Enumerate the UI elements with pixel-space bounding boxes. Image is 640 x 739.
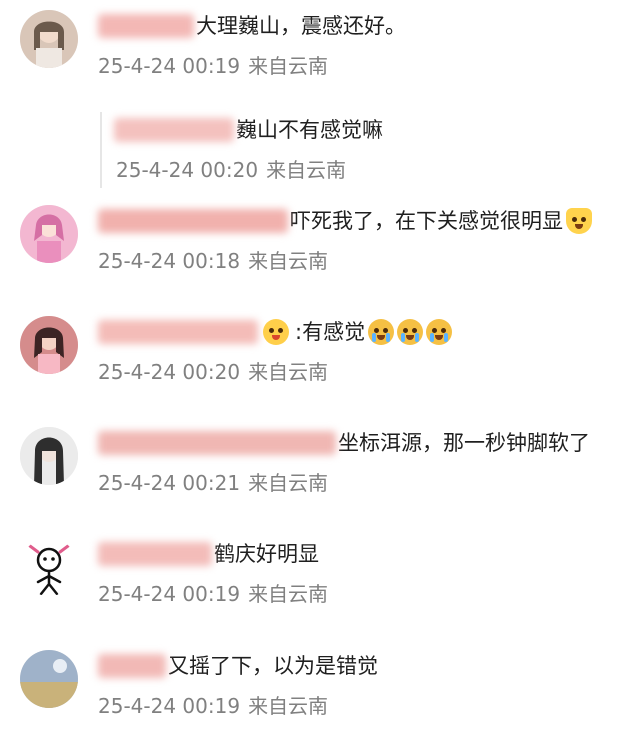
reply-block: 巍山不有感觉嘛 25-4-24 00:20 来自云南 [100,112,602,188]
avatar-photo [20,427,78,485]
reply-line: 巍山不有感觉嘛 [114,114,383,146]
comment-line: 吓死我了，在下关感觉很明显 [98,205,592,237]
comment-text: 鹤庆好明显 [214,542,319,566]
username-redacted[interactable] [98,654,166,678]
username-redacted[interactable] [98,431,336,455]
avatar-doodle [20,538,78,596]
comment-time: 25-4-24 00:19 [98,694,241,718]
avatar[interactable] [20,650,78,708]
comment-line: :有感觉 [98,316,453,348]
comment-location: 来自云南 [248,471,329,495]
comment-location: 来自云南 [248,249,329,273]
comment-meta: 25-4-24 00:19 来自云南 [98,54,328,78]
comment-location: 来自云南 [248,694,329,718]
comment-text: 又摇了下，以为是错觉 [168,654,378,678]
crown-face-icon [263,319,289,345]
username-redacted[interactable] [98,320,258,344]
avatar[interactable] [20,427,78,485]
username-redacted[interactable] [98,209,288,233]
reply-time: 25-4-24 00:20 [116,158,259,182]
comment-time: 25-4-24 00:19 [98,582,241,606]
comment-location: 来自云南 [248,54,329,78]
comment-text: 大理巍山，震感还好。 [196,14,406,38]
comment-time: 25-4-24 00:19 [98,54,241,78]
crying-face-icon [426,319,453,345]
comment-location: 来自云南 [248,360,329,384]
comment-meta: 25-4-24 00:19 来自云南 [98,582,328,606]
username-redacted[interactable] [98,14,194,38]
comment-meta: 25-4-24 00:19 来自云南 [98,694,328,718]
reply-meta: 25-4-24 00:20 来自云南 [116,158,346,182]
comment-text: 吓死我了，在下关感觉很明显 [290,209,563,233]
avatar-photo [20,10,78,68]
crying-face-icon [368,319,395,345]
avatar[interactable] [20,538,78,596]
avatar[interactable] [20,10,78,68]
avatar[interactable] [20,205,78,263]
crying-face-icon [397,319,424,345]
username-redacted[interactable] [114,118,234,142]
reply-location: 来自云南 [266,158,347,182]
comment-meta: 25-4-24 00:21 来自云南 [98,471,328,495]
avatar-photo [20,316,78,374]
cat-face-icon [566,208,592,234]
comment-time: 25-4-24 00:18 [98,249,241,273]
username-redacted[interactable] [98,542,212,566]
reply-text: 巍山不有感觉嘛 [236,118,383,142]
comment-text: :有感觉 [295,320,366,344]
avatar-photo [20,205,78,263]
comment-line: 坐标洱源，那一秒钟脚软了 [98,427,590,459]
comment-line: 鹤庆好明显 [98,538,319,570]
comment-time: 25-4-24 00:21 [98,471,241,495]
comment-line: 大理巍山，震感还好。 [98,10,406,42]
comment-location: 来自云南 [248,582,329,606]
comment-meta: 25-4-24 00:20 来自云南 [98,360,328,384]
avatar-photo [20,650,78,708]
avatar[interactable] [20,316,78,374]
comment-line: 又摇了下，以为是错觉 [98,650,378,682]
comment-meta: 25-4-24 00:18 来自云南 [98,249,328,273]
comment-time: 25-4-24 00:20 [98,360,241,384]
comment-text: 坐标洱源，那一秒钟脚软了 [338,431,590,455]
